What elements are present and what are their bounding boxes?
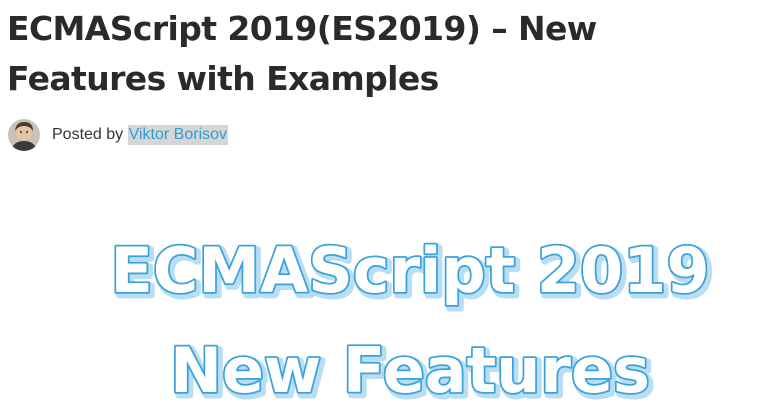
author-link[interactable]: Viktor Borisov xyxy=(127,125,229,145)
byline-prefix: Posted by xyxy=(52,126,124,143)
featured-image-line2: New Features xyxy=(170,334,650,407)
featured-image: ECMAScript 2019 ECMAScript 2019 New Feat… xyxy=(0,222,765,413)
featured-image-line1: ECMAScript 2019 xyxy=(111,234,710,307)
featured-image-headline: ECMAScript 2019 ECMAScript 2019 New Feat… xyxy=(109,232,716,413)
byline: Posted by Viktor Borisov xyxy=(8,118,229,152)
author-avatar[interactable] xyxy=(8,119,40,151)
article-title: ECMAScript 2019(ES2019) – New Features w… xyxy=(7,9,597,98)
